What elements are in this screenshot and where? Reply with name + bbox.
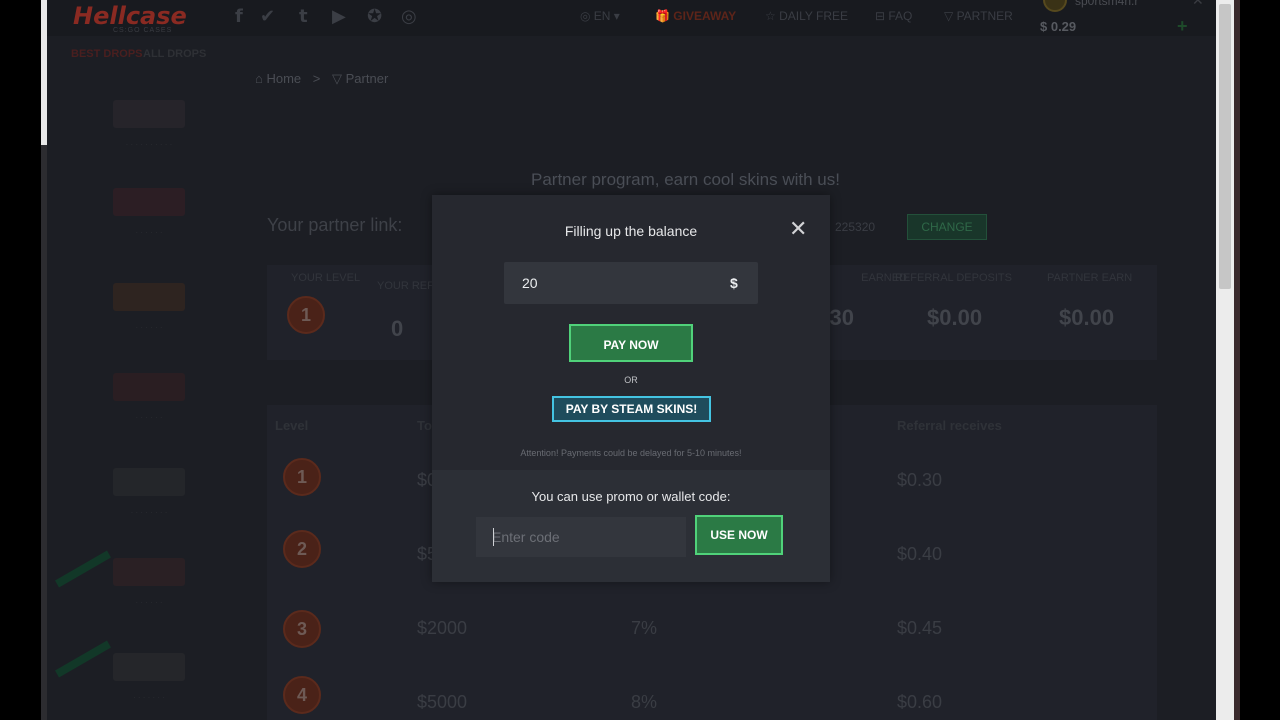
table-cell: $2000	[417, 618, 468, 638]
level-medal-icon: 3	[283, 610, 321, 648]
table-header: Referral receives	[897, 418, 1002, 433]
drop-item[interactable]: · · · · · ·	[93, 180, 205, 250]
nav-faq[interactable]: ⊟ FAQ	[875, 9, 912, 23]
amount-value[interactable]: 20	[522, 275, 538, 291]
user-name[interactable]: sp0rtsm4n.r	[1075, 0, 1138, 8]
add-balance-icon[interactable]: +	[1177, 16, 1188, 37]
table-cell: $0.60	[897, 692, 943, 712]
table-header: Level	[275, 418, 309, 433]
breadcrumb: ⌂ Home > ▽ Partner	[255, 71, 388, 87]
nav-daily-free[interactable]: ☆ DAILY FREE	[765, 9, 848, 23]
window-left-edge	[0, 0, 42, 720]
level-medal-icon: 2	[283, 530, 321, 568]
site-logo-subtitle: CS:GO CASES	[113, 27, 173, 34]
close-icon[interactable]: ✕	[789, 216, 807, 242]
instagram-icon[interactable]: ◎	[401, 6, 417, 27]
level-medal-icon: 4	[283, 676, 321, 714]
drop-item[interactable]: · · · · · · · · · ·	[93, 92, 205, 162]
table-cell: $0.45	[897, 618, 943, 638]
stat-value: $0.00	[927, 305, 983, 330]
stat-value: $0.00	[1059, 305, 1115, 330]
nav-language[interactable]: ◎ EN ▾	[580, 9, 620, 23]
table-cell: 8%	[631, 692, 658, 712]
promo-label: You can use promo or wallet code:	[531, 489, 731, 504]
stat-label: YOUR LEVEL	[291, 272, 361, 284]
drop-item[interactable]: · · · · · · ·	[93, 645, 205, 715]
nav-partner[interactable]: ▽ PARTNER	[944, 9, 1013, 23]
modal-title: Filling up the balance	[564, 223, 698, 239]
page-title: Partner program, earn cool skins with us…	[531, 170, 840, 189]
change-button[interactable]: CHANGE	[907, 214, 987, 240]
vk-icon[interactable]: ✔	[260, 6, 275, 27]
stat-label: REFERRAL DEPOSITS	[895, 272, 1012, 284]
currency-symbol: $	[730, 275, 738, 291]
scrollbar-thumb[interactable]	[1219, 4, 1231, 289]
text-cursor	[493, 528, 494, 546]
twitter-icon[interactable]: t	[299, 6, 308, 27]
or-separator: OR	[624, 375, 638, 385]
pay-now-button[interactable]: PAY NOW	[569, 324, 693, 362]
table-cell: $5000	[417, 692, 468, 712]
level-medal-icon: 1	[287, 296, 325, 334]
table-cell: $0.30	[897, 470, 943, 490]
drop-item[interactable]: · · · · · ·	[93, 275, 205, 345]
logout-icon[interactable]: ✕	[1192, 0, 1204, 9]
amount-field[interactable]: 20 $	[504, 262, 758, 304]
home-icon: ⌂	[255, 71, 263, 86]
pay-by-steam-skins-button[interactable]: PAY BY STEAM SKINS!	[552, 396, 711, 422]
drop-item[interactable]: · · · · · · · ·	[93, 460, 205, 530]
breadcrumb-current: Partner	[345, 71, 389, 86]
window-right-border	[1234, 0, 1240, 720]
breadcrumb-home[interactable]: Home	[266, 71, 301, 86]
promo-code-input[interactable]	[476, 517, 686, 557]
stat-label: PARTNER EARN	[1047, 272, 1133, 284]
partner-code: 225320	[835, 220, 876, 234]
level-medal-icon: 1	[283, 458, 321, 496]
site-logo[interactable]: Hellcase	[73, 2, 187, 30]
table-cell: 7%	[631, 618, 658, 638]
drop-item[interactable]: · · · · · ·	[93, 550, 205, 620]
payment-delay-notice: Attention! Payments could be delayed for…	[520, 448, 742, 458]
facebook-icon[interactable]: f	[235, 6, 243, 27]
promo-section: You can use promo or wallet code: USE NO…	[432, 470, 830, 582]
drop-item[interactable]: · · · · · ·	[93, 365, 205, 435]
tab-best-drops[interactable]: BEST DROPS	[71, 48, 143, 60]
youtube-icon[interactable]: ▶	[332, 6, 346, 27]
breadcrumb-separator: >	[312, 71, 321, 86]
table-header: To	[417, 418, 432, 433]
diamond-icon: ▽	[332, 71, 343, 86]
balance-modal: Filling up the balance ✕ 20 $ PAY NOW OR…	[432, 195, 830, 582]
tab-all-drops[interactable]: ALL DROPS	[143, 48, 206, 60]
table-cell: $0.40	[897, 544, 943, 564]
use-now-button[interactable]: USE NOW	[695, 515, 783, 555]
window-right-edge	[1234, 0, 1280, 720]
user-balance: $ 0.29	[1040, 19, 1077, 34]
steam-icon[interactable]: ✪	[367, 6, 382, 27]
partner-link-label: Your partner link:	[267, 215, 403, 235]
nav-giveaway[interactable]: 🎁 GIVEAWAY	[655, 9, 736, 23]
stat-value: 0	[391, 316, 404, 341]
